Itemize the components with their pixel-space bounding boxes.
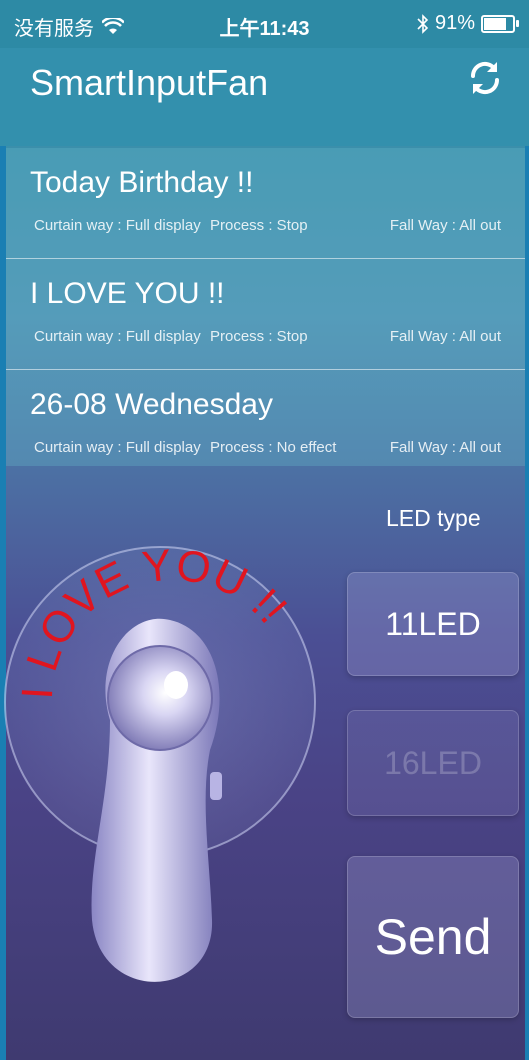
fan-knob bbox=[107, 645, 213, 751]
process: Process : Stop bbox=[210, 328, 308, 345]
fall-way: Fall Way : All out bbox=[389, 439, 501, 456]
list-item[interactable]: Today Birthday !! Curtain way : Full dis… bbox=[6, 148, 525, 259]
led-type-label: LED type bbox=[386, 505, 481, 531]
item-meta: Curtain way : Full display Process : Sto… bbox=[34, 328, 308, 345]
item-title: 26-08 Wednesday bbox=[30, 388, 273, 421]
battery-icon bbox=[481, 14, 519, 33]
fall-way: Fall Way : All out bbox=[389, 328, 501, 345]
item-title: Today Birthday !! bbox=[30, 166, 254, 199]
curtain-way: Curtain way : Full display bbox=[34, 217, 201, 234]
status-right: 91% bbox=[417, 12, 519, 35]
right-frame bbox=[525, 0, 529, 1060]
battery-percent: 91% bbox=[434, 12, 475, 34]
fall-way: Fall Way : All out bbox=[389, 217, 501, 234]
process: Process : Stop bbox=[210, 217, 308, 234]
send-button[interactable]: Send bbox=[347, 856, 519, 1018]
item-title: I LOVE YOU !! bbox=[30, 277, 225, 310]
curtain-way: Curtain way : Full display bbox=[34, 439, 201, 456]
list-item[interactable]: 26-08 Wednesday Curtain way : Full displ… bbox=[6, 370, 525, 480]
status-bar: 没有服务 上午11:43 91% bbox=[0, 0, 529, 48]
item-meta: Curtain way : Full display Process : No … bbox=[34, 439, 336, 456]
app-title: SmartInputFan bbox=[30, 62, 269, 103]
process: Process : No effect bbox=[210, 439, 337, 456]
bluetooth-icon bbox=[417, 13, 429, 34]
message-list: Today Birthday !! Curtain way : Full dis… bbox=[6, 148, 525, 466]
fan-side-button bbox=[210, 772, 222, 800]
list-item[interactable]: I LOVE YOU !! Curtain way : Full display… bbox=[6, 259, 525, 370]
refresh-icon[interactable] bbox=[463, 56, 507, 100]
curtain-way: Curtain way : Full display bbox=[34, 328, 201, 345]
fan-preview: I LOVE YOU !! bbox=[4, 540, 316, 982]
fan-knob-highlight bbox=[164, 671, 188, 699]
led-11-button[interactable]: 11LED bbox=[347, 572, 519, 676]
led-16-button[interactable]: 16LED bbox=[347, 710, 519, 816]
item-meta: Curtain way : Full display Process : Sto… bbox=[34, 217, 308, 234]
app-header: SmartInputFan bbox=[0, 48, 529, 146]
